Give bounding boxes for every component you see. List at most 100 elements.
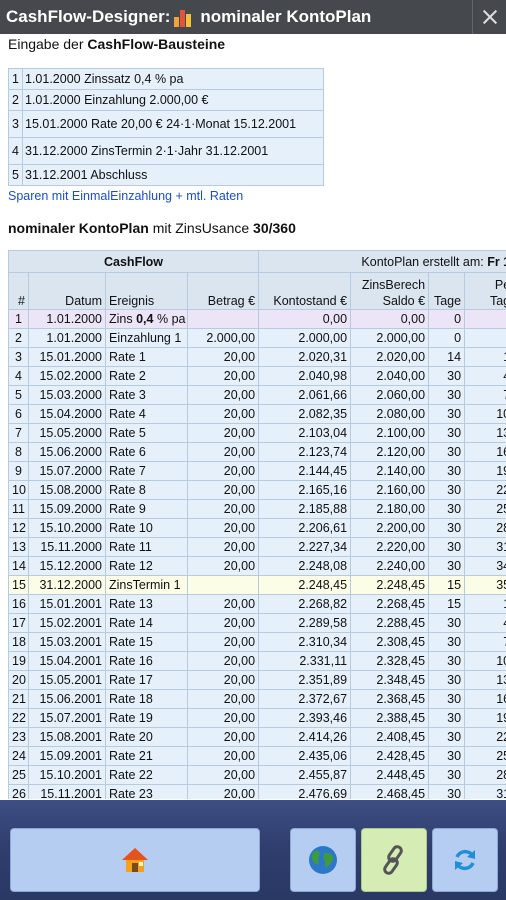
table-row[interactable]: 10 15.08.2000 Rate 8 20,00 2.165,16 2.160,00 3… — [8, 480, 506, 500]
cell-tage: 30 — [428, 632, 466, 652]
table-row[interactable]: 15 31.12.2000 ZinsTermin 1 2.248,45 2.248,45… — [8, 575, 506, 595]
table-row[interactable]: 16 15.01.2001 Rate 13 20,00 2.268,82 2.268,45… — [8, 594, 506, 614]
cell-kontostand: 2.476,69 — [258, 784, 352, 799]
table-row[interactable]: 21 15.06.2001 Rate 18 20,00 2.372,67 2.368,45… — [8, 689, 506, 709]
cell-saldo: 2.240,00 — [350, 556, 430, 576]
cell-saldo: 2.000,00 — [350, 328, 430, 348]
ereignis-post: % pa — [156, 312, 186, 326]
kontoplan-title-mid: mit ZinsUsance — [152, 220, 250, 236]
cell-peri-tage: 135 — [464, 670, 506, 690]
cell-kontostand: 2.435,06 — [258, 746, 352, 766]
cell-nr: 8 — [8, 442, 29, 462]
cell-nr: 21 — [8, 689, 29, 709]
table-row[interactable]: 18 15.03.2001 Rate 15 20,00 2.310,34 2.308,45… — [8, 632, 506, 652]
table-row[interactable]: 8 15.06.2000 Rate 6 20,00 2.123,74 2.120,00 30… — [8, 442, 506, 462]
cell-datum: 15.08.2001 — [28, 727, 106, 747]
baustein-row[interactable]: 4 31.12.2000 ZinsTermin 2·1·Jahr 31.12.20… — [8, 137, 324, 165]
baustein-row[interactable]: 3 15.01.2000 Rate 20,00 € 24·1·Monat 15.1… — [8, 110, 324, 138]
table-row[interactable]: 19 15.04.2001 Rate 16 20,00 2.331,11 2.328,45… — [8, 651, 506, 671]
home-button[interactable] — [10, 828, 260, 892]
cell-datum: 15.03.2000 — [28, 385, 106, 405]
app-title-left: CashFlow-Designer: — [6, 7, 171, 26]
table-row[interactable]: 26 15.11.2001 Rate 23 20,00 2.476,69 2.468,45… — [8, 784, 506, 799]
cell-tage: 30 — [428, 765, 466, 785]
refresh-button[interactable] — [432, 828, 498, 892]
cell-betrag: 20,00 — [186, 632, 260, 652]
cell-kontostand: 2.455,87 — [258, 765, 352, 785]
globe-button[interactable] — [290, 828, 356, 892]
cell-nr: 12 — [8, 518, 29, 538]
table-row[interactable]: 4 15.02.2000 Rate 2 20,00 2.040,98 2.040,00 30… — [8, 366, 506, 386]
cell-peri-tage: 359 — [464, 575, 506, 595]
baustein-row[interactable]: 1 1.01.2000 Zinssatz 0,4 % pa — [8, 68, 324, 90]
cell-datum: 15.03.2001 — [28, 632, 106, 652]
col-header-zinsberech: ZinsBerech — [361, 278, 426, 292]
cell-tage: 30 — [428, 461, 466, 481]
cell-betrag: 20,00 — [186, 537, 260, 557]
table-row[interactable]: 2 1.01.2000 Einzahlung 1 2.000,00 2.000,00 2.… — [8, 328, 506, 348]
kontoplan-title-bold: nominaler KontoPlan — [8, 220, 149, 236]
cell-datum: 15.05.2001 — [28, 670, 106, 690]
cell-betrag: 20,00 — [186, 613, 260, 633]
title-bar: CashFlow-Designer: nominaler KontoPlan — [0, 0, 506, 34]
table-row[interactable]: 12 15.10.2000 Rate 10 20,00 2.206,61 2.200,00… — [8, 518, 506, 538]
cell-kontostand: 2.414,26 — [258, 727, 352, 747]
table-row[interactable]: 20 15.05.2001 Rate 17 20,00 2.351,89 2.348,45… — [8, 670, 506, 690]
cell-saldo: 2.040,00 — [350, 366, 430, 386]
cell-ereignis: Rate 11 — [105, 537, 188, 557]
table-row[interactable]: 17 15.02.2001 Rate 14 20,00 2.289,58 2.288,45… — [8, 613, 506, 633]
table-row[interactable]: 23 15.08.2001 Rate 20 20,00 2.414,26 2.408,45… — [8, 727, 506, 747]
cell-saldo: 2.328,45 — [350, 651, 430, 671]
cell-tage: 30 — [428, 385, 466, 405]
kontoplan-scroll-area[interactable]: CashFlow KontoPlan erstellt am: Fr 16 # … — [8, 250, 506, 799]
cell-kontostand: 2.310,34 — [258, 632, 352, 652]
cell-datum: 15.01.2000 — [28, 347, 106, 367]
col-header-betrag: Betrag € — [186, 272, 260, 310]
cell-betrag: 20,00 — [186, 347, 260, 367]
cell-peri-tage: 164 — [464, 442, 506, 462]
cell-saldo: 2.428,45 — [350, 746, 430, 766]
table-row[interactable]: 14 15.12.2000 Rate 12 20,00 2.248,08 2.240,00… — [8, 556, 506, 576]
cell-betrag: 20,00 — [186, 689, 260, 709]
table-row[interactable]: 7 15.05.2000 Rate 5 20,00 2.103,04 2.100,00 30… — [8, 423, 506, 443]
cell-betrag: 20,00 — [186, 404, 260, 424]
table-row[interactable]: 9 15.07.2000 Rate 7 20,00 2.144,45 2.140,00 30… — [8, 461, 506, 481]
table-row[interactable]: 5 15.03.2000 Rate 3 20,00 2.061,66 2.060,00 30… — [8, 385, 506, 405]
close-icon[interactable] — [472, 0, 506, 34]
cell-peri-tage: 284 — [464, 518, 506, 538]
link-button[interactable] — [361, 828, 427, 892]
table-row[interactable]: 25 15.10.2001 Rate 22 20,00 2.455,87 2.448,45… — [8, 765, 506, 785]
cell-kontostand: 2.393,46 — [258, 708, 352, 728]
baustein-row[interactable]: 5 31.12.2001 Abschluss — [8, 164, 324, 186]
table-row[interactable]: 24 15.09.2001 Rate 21 20,00 2.435,06 2.428,45… — [8, 746, 506, 766]
table-row[interactable]: 3 15.01.2000 Rate 1 20,00 2.020,31 2.020,00 14… — [8, 347, 506, 367]
cell-peri-tage: 104 — [464, 404, 506, 424]
table-row[interactable]: 11 15.09.2000 Rate 9 20,00 2.185,88 2.180,00 3… — [8, 499, 506, 519]
cell-kontostand: 2.268,82 — [258, 594, 352, 614]
cell-ereignis: Rate 17 — [105, 670, 188, 690]
cell-nr: 13 — [8, 537, 29, 557]
example-link[interactable]: Sparen mit EinmalEinzahlung + mtl. Raten — [8, 189, 243, 203]
cell-betrag: 20,00 — [186, 556, 260, 576]
cell-ereignis: Rate 22 — [105, 765, 188, 785]
cell-ereignis: Rate 14 — [105, 613, 188, 633]
table-row[interactable]: 13 15.11.2000 Rate 11 20,00 2.227,34 2.220,00… — [8, 537, 506, 557]
table-row[interactable]: 22 15.07.2001 Rate 19 20,00 2.393,46 2.388,45… — [8, 708, 506, 728]
cell-nr: 5 — [8, 385, 29, 405]
baustein-row[interactable]: 2 1.01.2000 Einzahlung 2.000,00 € — [8, 89, 324, 111]
bar-chart-icon — [174, 7, 194, 27]
col-header-datum: Datum — [28, 272, 106, 310]
cell-datum: 15.08.2000 — [28, 480, 106, 500]
cell-datum: 15.12.2000 — [28, 556, 106, 576]
cell-ereignis: Rate 12 — [105, 556, 188, 576]
cell-nr: 6 — [8, 404, 29, 424]
cell-kontostand: 2.206,61 — [258, 518, 352, 538]
cell-tage: 0 — [428, 328, 466, 348]
cell-kontostand: 2.248,45 — [258, 575, 352, 595]
cell-peri-tage: 105 — [464, 651, 506, 671]
cell-peri-tage: 0 — [464, 328, 506, 348]
table-row[interactable]: 1 1.01.2000 Zins 0,4 % pa 0,00 0,00 0 0 — [8, 309, 506, 329]
cell-betrag: 20,00 — [186, 442, 260, 462]
table-row[interactable]: 6 15.04.2000 Rate 4 20,00 2.082,35 2.080,00 30… — [8, 404, 506, 424]
cell-datum: 15.06.2001 — [28, 689, 106, 709]
